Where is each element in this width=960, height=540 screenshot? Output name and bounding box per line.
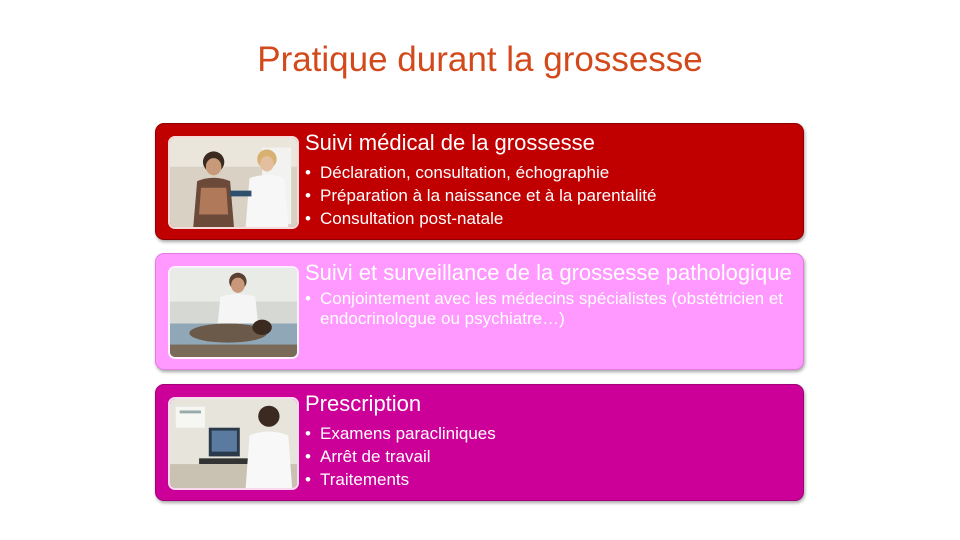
bullet-list: Conjointement avec les médecins spéciali…: [305, 289, 793, 329]
bullet-item: Préparation à la naissance et à la paren…: [305, 184, 793, 207]
card-text: Suivi et surveillance de la grossesse pa…: [305, 258, 793, 329]
computer-desk-photo: [168, 397, 299, 490]
card-heading: Suivi et surveillance de la grossesse pa…: [305, 260, 792, 285]
card-heading: Prescription: [305, 391, 422, 416]
consultation-photo: [168, 136, 299, 229]
card-text: Suivi médical de la grossesse Déclaratio…: [305, 128, 793, 230]
card-suivi-medical: Suivi médical de la grossesse Déclaratio…: [155, 123, 804, 240]
computer-desk-photo-image: [170, 399, 297, 488]
bullet-item: Déclaration, consultation, échographie: [305, 161, 793, 184]
bullet-item: Conjointement avec les médecins spéciali…: [305, 289, 793, 329]
slide: Pratique durant la grossesse Suivi médic…: [0, 0, 960, 540]
card-text: Prescription Examens paracliniques Arrêt…: [305, 389, 793, 491]
bullet-list: Déclaration, consultation, échographie P…: [305, 161, 793, 230]
bullet-list: Examens paracliniques Arrêt de travail T…: [305, 422, 793, 491]
monitoring-photo: [168, 266, 299, 359]
bullet-item: Arrêt de travail: [305, 445, 793, 468]
monitoring-photo-image: [170, 268, 297, 357]
bullet-item: Traitements: [305, 468, 793, 491]
card-prescription: Prescription Examens paracliniques Arrêt…: [155, 384, 804, 501]
card-heading: Suivi médical de la grossesse: [305, 130, 595, 155]
bullet-item: Examens paracliniques: [305, 422, 793, 445]
slide-title: Pratique durant la grossesse: [257, 40, 703, 79]
card-grossesse-pathologique: Suivi et surveillance de la grossesse pa…: [155, 253, 804, 370]
bullet-item: Consultation post-natale: [305, 207, 793, 230]
consultation-photo-image: [170, 138, 297, 227]
